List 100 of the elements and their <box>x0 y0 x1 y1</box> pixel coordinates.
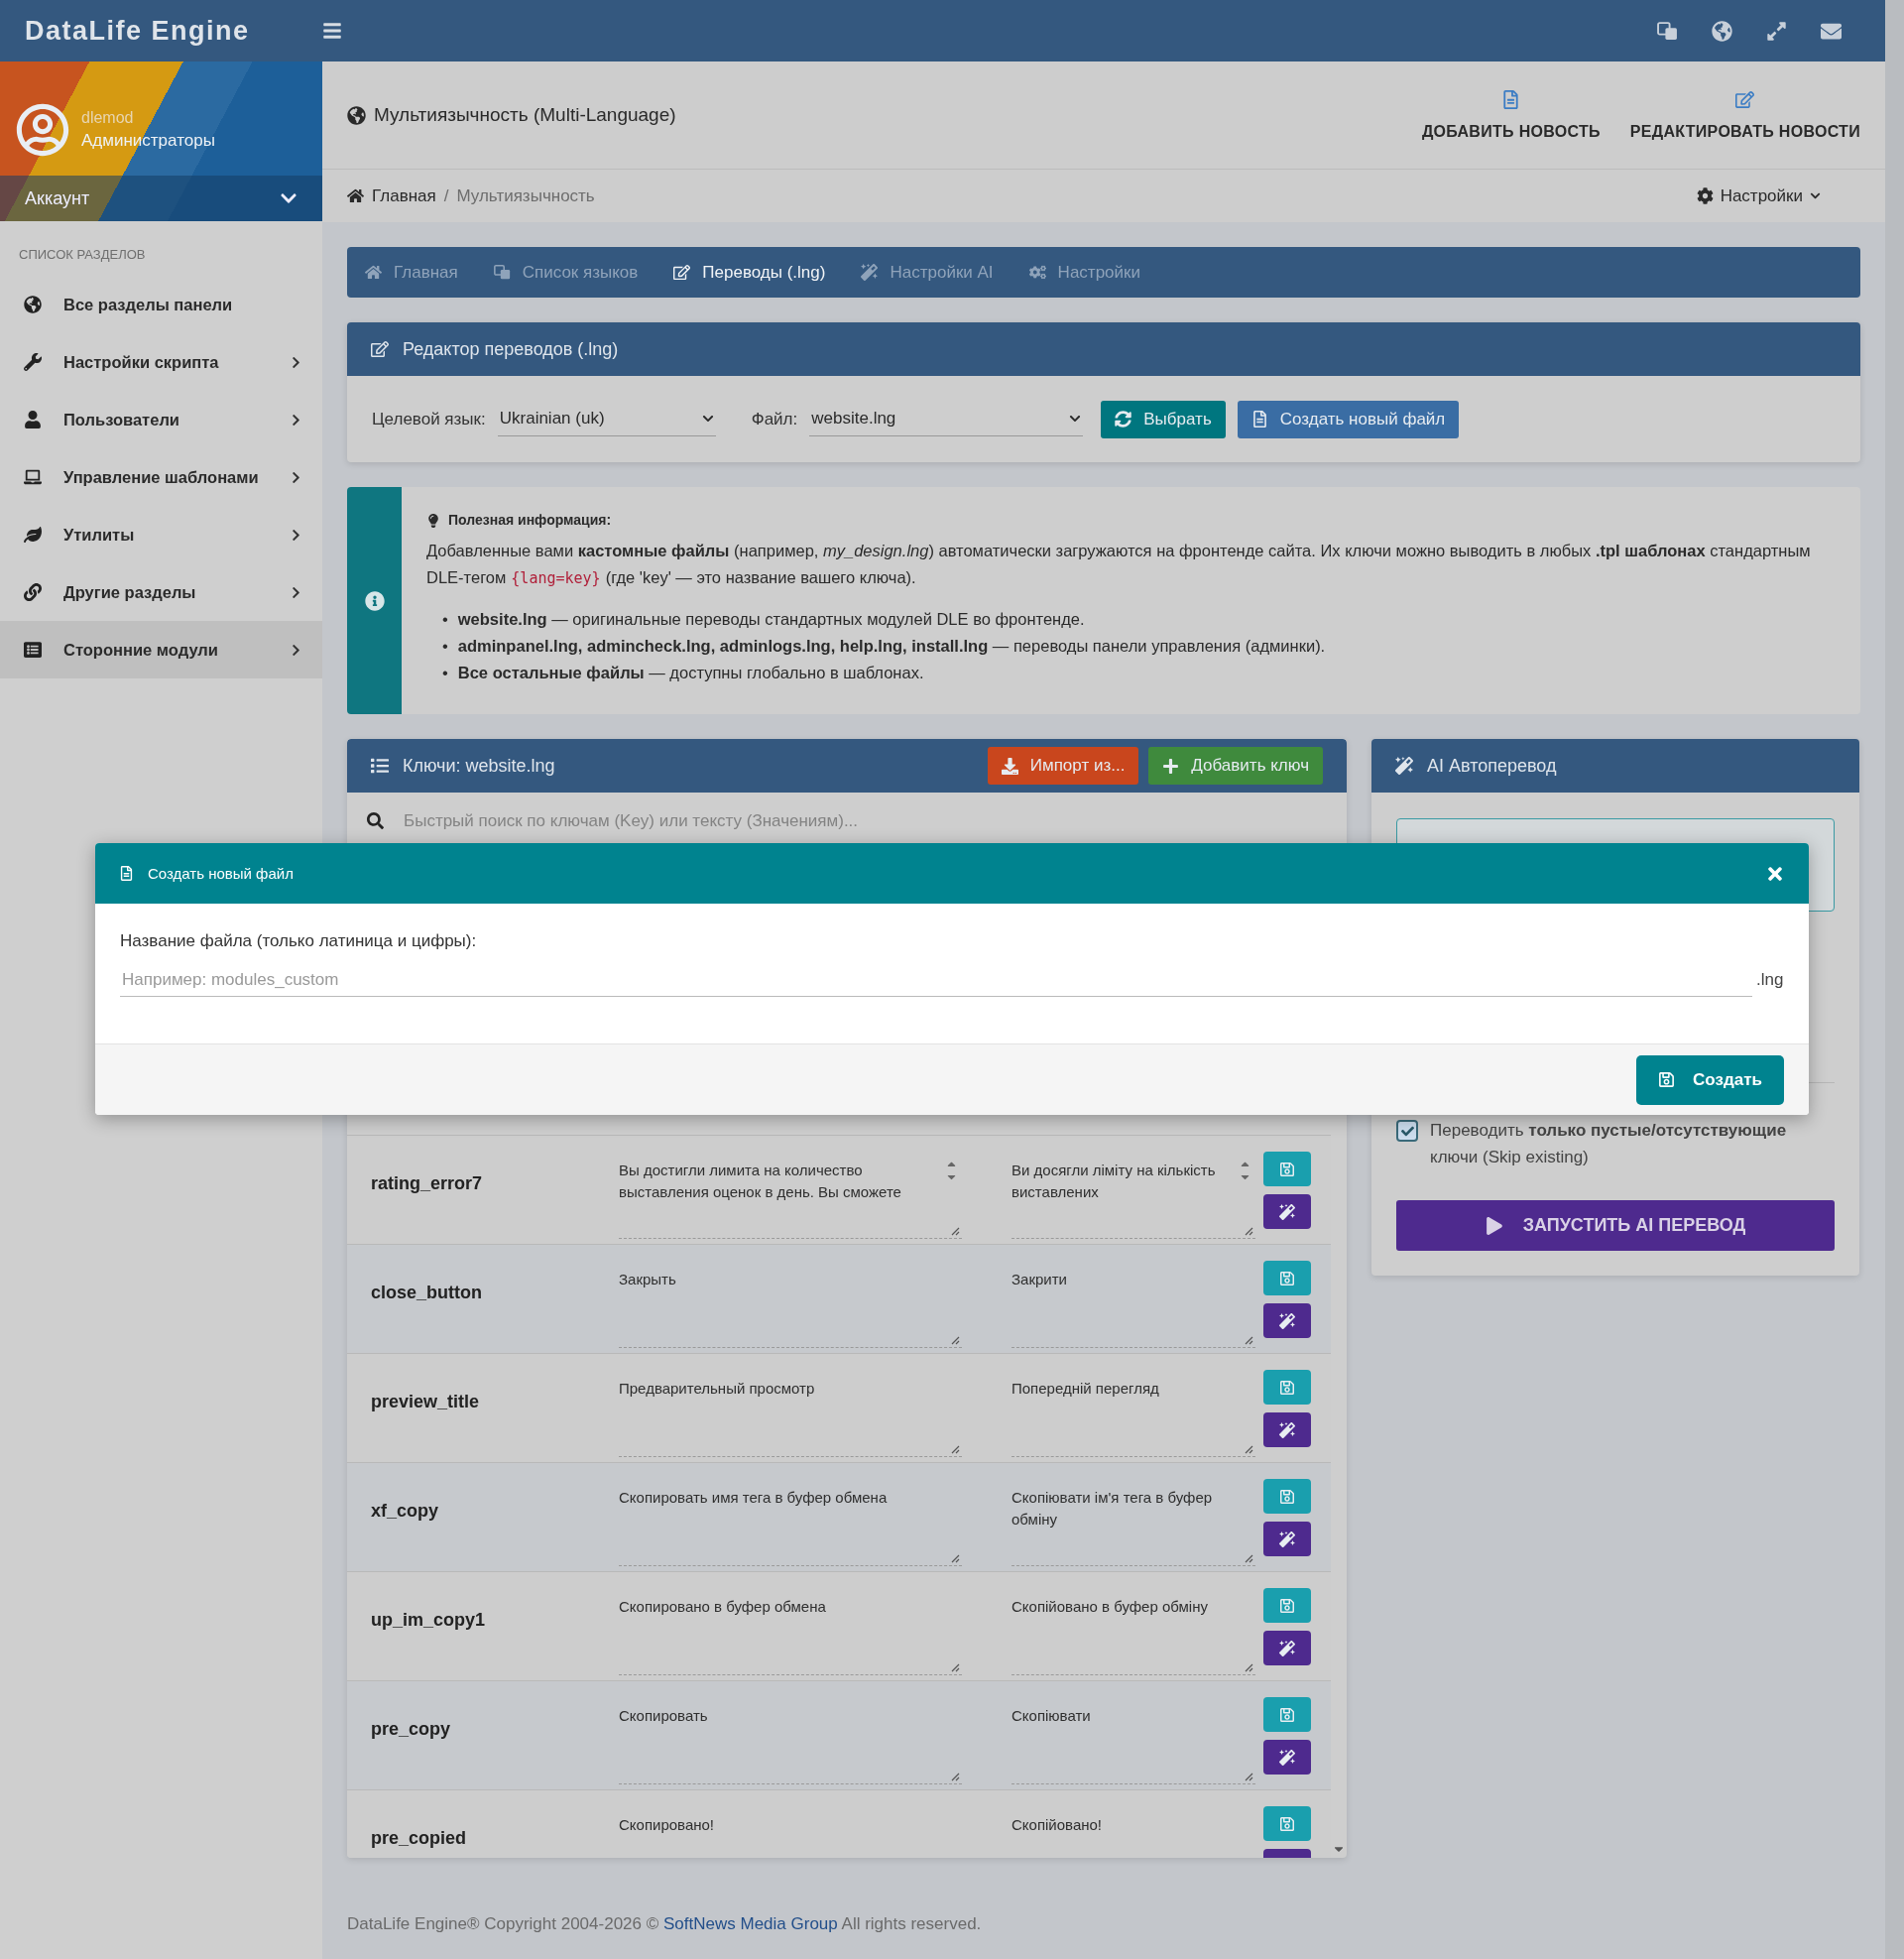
magic-wand-button[interactable] <box>1263 1194 1311 1229</box>
page-title: Мультиязычность (Multi-Language) <box>374 104 676 126</box>
breadcrumb-link[interactable]: Главная <box>372 185 436 206</box>
magic-wand-button[interactable] <box>1263 1631 1311 1665</box>
field-label: Файл: <box>751 409 798 429</box>
sidebar-item[interactable]: Сторонние модули <box>0 621 322 678</box>
magic-wand-icon <box>1279 1749 1295 1766</box>
resize-grip-icon[interactable] <box>951 1336 960 1345</box>
edit-icon <box>673 264 691 281</box>
expand-icon[interactable] <box>1766 20 1787 42</box>
resize-grip-icon[interactable] <box>1245 1336 1253 1345</box>
magic-wand-button[interactable] <box>1263 1303 1311 1338</box>
globe-icon[interactable] <box>1712 20 1732 42</box>
app-logo[interactable]: DataLife Engine <box>0 15 322 47</box>
file-extension: .lng <box>1756 970 1784 990</box>
resize-grip-icon[interactable] <box>1245 1554 1253 1563</box>
target-text-field[interactable]: Ви досягли ліміту на кількість виставлених <box>1012 1160 1255 1239</box>
save-button[interactable] <box>1263 1697 1311 1732</box>
play-icon <box>1485 1216 1503 1235</box>
breadcrumb-separator: / <box>443 185 449 206</box>
gears-icon <box>1028 264 1046 281</box>
breadcrumb-current: Мультиязычность <box>456 185 595 206</box>
resize-grip-icon[interactable] <box>1245 1773 1253 1781</box>
source-text-field[interactable]: Вы достигли лимита на количество выставления оценок в день. Вы сможете <box>619 1160 962 1239</box>
source-text-field[interactable]: Скопировать <box>619 1705 962 1784</box>
panel-title: AI Автоперевод <box>1427 755 1557 777</box>
magic-wand-button[interactable] <box>1263 1522 1311 1556</box>
resize-grip-icon[interactable] <box>951 1773 960 1781</box>
footer-link[interactable]: SoftNews Media Group <box>663 1914 838 1933</box>
save-button[interactable] <box>1263 1370 1311 1405</box>
save-button[interactable] <box>1263 1152 1311 1186</box>
key-name: xf_copy <box>371 1500 440 1522</box>
source-text-field[interactable]: Предварительный просмотр <box>619 1378 962 1457</box>
source-text-field[interactable]: Закрыть <box>619 1269 962 1348</box>
select-button[interactable]: Выбрать <box>1101 400 1226 438</box>
resize-grip-icon[interactable] <box>951 1445 960 1454</box>
language-icon[interactable] <box>1657 20 1678 42</box>
edit-news-button[interactable]: РЕДАКТИРОВАТЬ НОВОСТИ <box>1629 89 1860 141</box>
target-text-field[interactable]: Закрити <box>1012 1269 1255 1348</box>
source-text-field[interactable]: Скопировать имя тега в буфер обмена <box>619 1487 962 1566</box>
resize-grip-icon[interactable] <box>1245 1663 1253 1672</box>
home-icon <box>347 187 364 204</box>
add-news-button[interactable]: ДОБАВИТЬ НОВОСТЬ <box>1421 89 1601 141</box>
magic-wand-icon <box>1395 757 1413 775</box>
key-name: preview_title <box>371 1391 481 1412</box>
target-text-field[interactable]: Скопійовано! <box>1012 1814 1255 1858</box>
sidebar-item[interactable]: Управление шаблонами <box>0 448 322 506</box>
magic-wand-icon <box>1279 1640 1295 1656</box>
import-button[interactable]: Импорт из... <box>987 747 1139 785</box>
info-paragraph: Добавленные вами кастомные файлы (например, my_design.lng) автоматически загружаются на фронтенде сайта. Их ключи можно выводить в любых .tpl шаблонах стандартным DLE-тегом {lang=key} (где 'key' — это название вашего ключа). <box>426 541 1812 589</box>
target-text-field[interactable]: Попередній перегляд <box>1012 1378 1255 1457</box>
panel-title: Ключи: website.lng <box>403 755 555 777</box>
sidebar-item[interactable]: Все разделы панели <box>0 276 322 333</box>
sidebar-item[interactable]: Настройки скрипта <box>0 333 322 391</box>
run-ai-translation-button[interactable]: ЗАПУСТИТЬ AI ПЕРЕВОД <box>1396 1200 1835 1251</box>
magic-wand-button[interactable] <box>1263 1740 1311 1775</box>
create-button[interactable]: Создать <box>1636 1054 1784 1105</box>
add-key-button[interactable]: Добавить ключ <box>1148 747 1323 785</box>
modal-title: Создать новый файл <box>148 865 294 882</box>
globe-icon <box>347 105 366 125</box>
search-field[interactable]: Быстрый поиск по ключам (Key) или тексту (Значениям)... <box>402 809 1311 832</box>
save-button[interactable] <box>1263 1479 1311 1514</box>
magic-wand-icon <box>1279 1530 1295 1547</box>
sidebar-item[interactable]: Пользователи <box>0 391 322 448</box>
language-select[interactable]: Ukrainian (uk) <box>497 402 716 436</box>
resize-grip-icon[interactable] <box>951 1663 960 1672</box>
bullet: • <box>442 609 448 630</box>
create-file-button[interactable]: Создать новый файл <box>1237 400 1460 438</box>
info-list-item: Все остальные файлы — доступны глобально в шаблонах. <box>457 663 924 683</box>
sidebar-item[interactable]: Утилиты <box>0 506 322 563</box>
checkbox[interactable] <box>1396 1120 1418 1142</box>
info-list-item: website.lng — оригинальные переводы стандартных модулей DLE во фронтенде. <box>457 609 1085 630</box>
source-text-field[interactable]: Скопировано в буфер обмена <box>619 1596 962 1675</box>
sidebar-item[interactable]: Другие разделы <box>0 563 322 621</box>
file-icon <box>1250 411 1268 428</box>
magic-wand-icon <box>861 264 879 281</box>
target-text-field[interactable]: Скопійовано в буфер обміну <box>1012 1596 1255 1675</box>
key-name: pre_copied <box>371 1827 468 1849</box>
file-icon <box>1501 89 1521 109</box>
save-button[interactable] <box>1263 1806 1311 1841</box>
save-icon <box>1658 1071 1676 1088</box>
save-button[interactable] <box>1263 1261 1311 1295</box>
save-button[interactable] <box>1263 1588 1311 1623</box>
resize-grip-icon[interactable] <box>951 1227 960 1236</box>
resize-grip-icon[interactable] <box>1245 1227 1253 1236</box>
file-select[interactable]: website.lng <box>809 402 1084 436</box>
download-icon <box>1001 757 1018 775</box>
source-text-field[interactable]: Скопировано! <box>619 1814 962 1858</box>
tab[interactable]: Переводы (.lng) <box>673 262 826 283</box>
settings-menu[interactable]: Настройки <box>1696 185 1860 206</box>
target-text-field[interactable]: Скопіювати <box>1012 1705 1255 1784</box>
account-menu[interactable]: Аккаунт <box>0 176 322 221</box>
language-icon <box>493 264 511 281</box>
target-text-field[interactable]: Скопіювати ім'я тега в буфер обміну <box>1012 1487 1255 1566</box>
save-icon <box>1279 1815 1295 1832</box>
resize-grip-icon[interactable] <box>951 1554 960 1563</box>
magic-wand-button[interactable] <box>1263 1412 1311 1447</box>
menu-icon[interactable] <box>322 21 342 41</box>
field-label: Название файла (только латиница и цифры): <box>120 931 478 951</box>
resize-grip-icon[interactable] <box>1245 1445 1253 1454</box>
